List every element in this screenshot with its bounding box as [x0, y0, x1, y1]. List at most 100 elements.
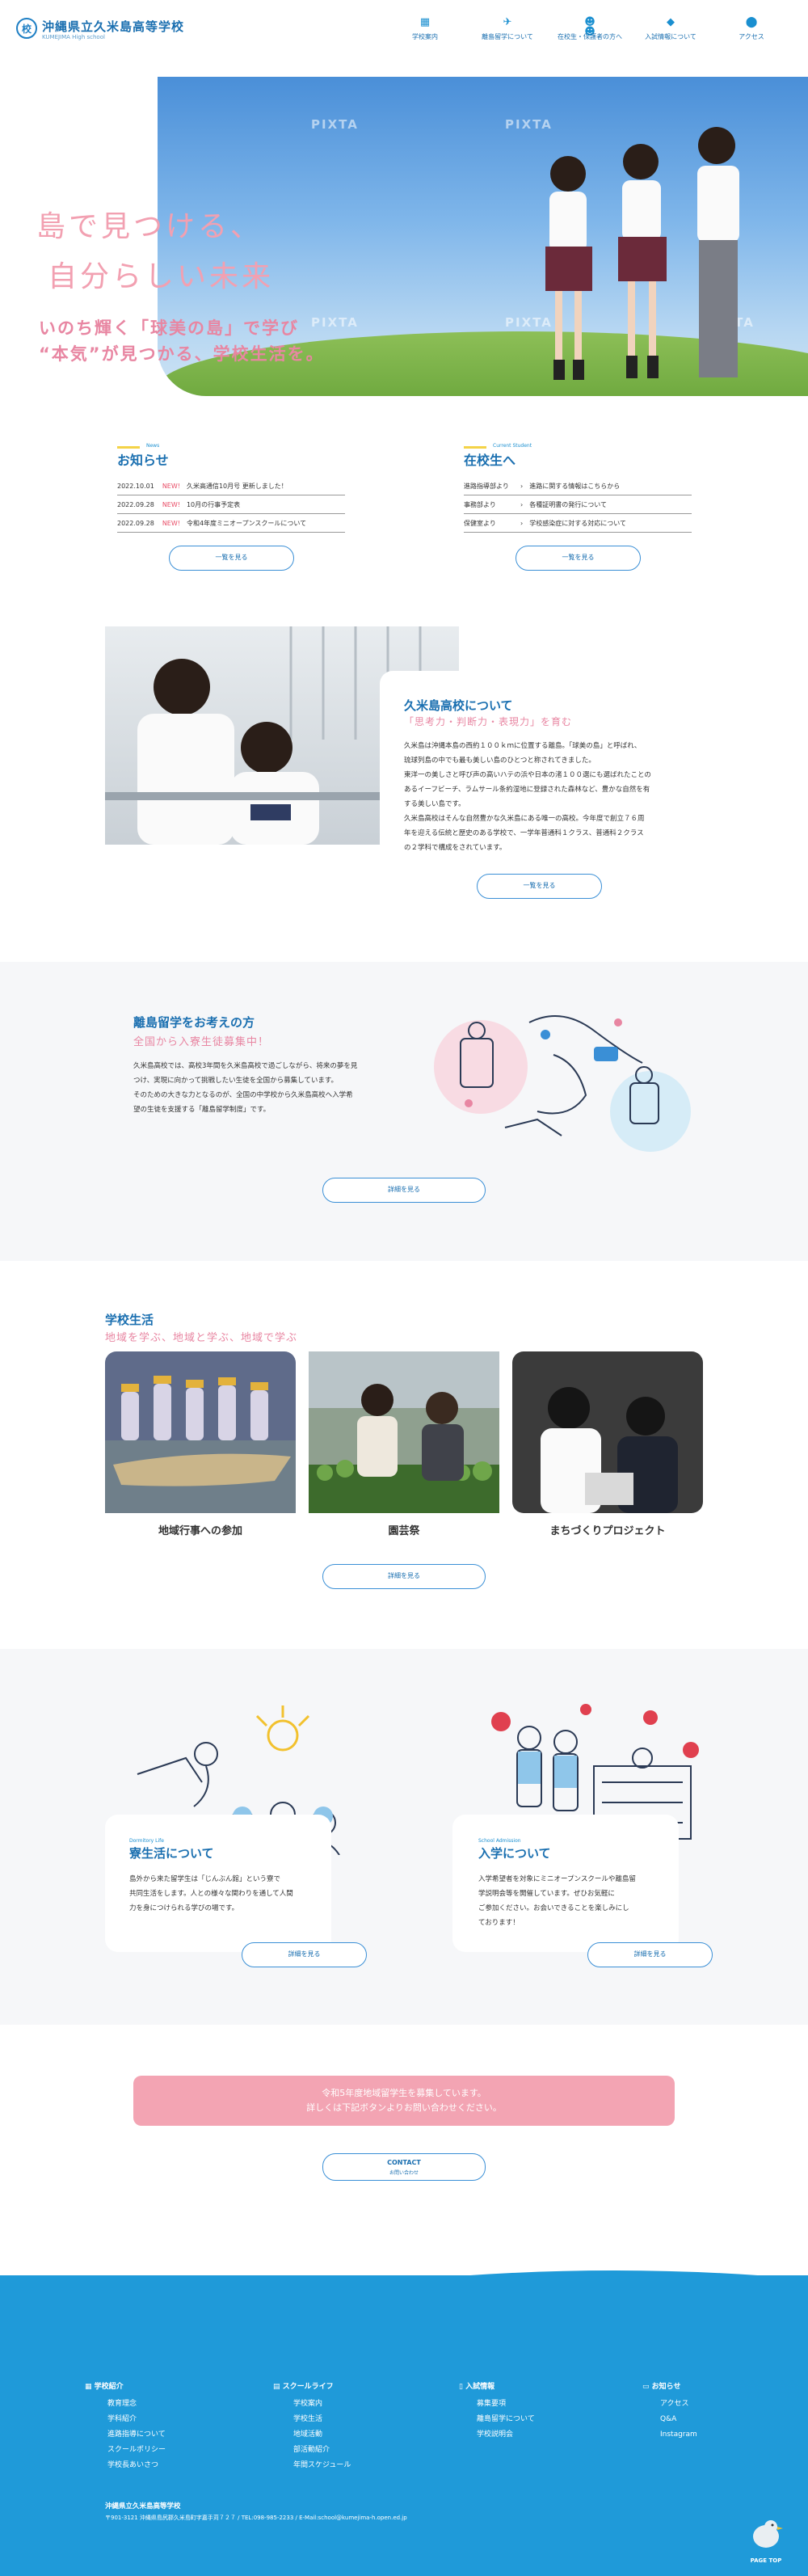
news-item[interactable]: 2022.09.28 NEW! 10月の行事予定表	[117, 495, 345, 514]
school-name-en: KUMEJIMA High school	[42, 34, 105, 40]
news-date: 2022.09.28	[117, 519, 154, 527]
school-life-photo-festival[interactable]	[105, 1351, 296, 1513]
school-life-caption: 園芸祭	[388, 1525, 420, 1537]
arrow-icon: ›	[520, 519, 524, 527]
section-label-en: Current Student	[493, 443, 532, 449]
news-item[interactable]: 2022.09.28 NEW! 令和4年度ミニオープンスクールについて	[117, 514, 345, 533]
school-life-photo-gardening[interactable]	[309, 1351, 499, 1513]
nav-label: 学校案内	[412, 33, 438, 40]
lead-line: “本気”が見つかる、学校生活を。	[39, 344, 325, 364]
footer-link[interactable]: 進路指導について	[107, 2427, 166, 2443]
footer-link[interactable]: 学校案内	[293, 2397, 351, 2412]
footer-link[interactable]: 学科紹介	[107, 2412, 166, 2427]
nav-label: 離島留学について	[482, 33, 533, 40]
book-icon: ▤	[273, 2383, 283, 2391]
footer-link[interactable]: 年間スケジュール	[293, 2458, 351, 2473]
footer-links: アクセス Q&A Instagram	[660, 2397, 697, 2443]
ritou-illustration	[434, 1015, 691, 1152]
about-line: 東洋一の美しさと呼び声の高いハテの浜や日本の渚１００選にも選ばれたことの	[404, 771, 651, 779]
students-item[interactable]: 事務部より › 各種証明書の発行について	[464, 495, 692, 514]
admission-title: 入学について	[478, 1846, 551, 1861]
ritou-detail-button[interactable]: 詳細を見る	[322, 1178, 486, 1203]
footer-col-head: お知らせ	[651, 2383, 681, 2391]
dorm-line: 共同生活をします。人との様々な関わりを通して人間	[129, 1890, 293, 1898]
footer-school-name: 沖縄県立久米島高等学校	[105, 2502, 181, 2511]
footer-link[interactable]: Q&A	[660, 2412, 697, 2427]
contact-button[interactable]: CONTACT お問い合わせ	[322, 2153, 486, 2181]
students-list-button[interactable]: 一覧を見る	[516, 546, 641, 571]
footer-link[interactable]: 学校生活	[293, 2412, 351, 2427]
footer-link[interactable]: 部活動紹介	[293, 2443, 351, 2458]
school-icon: ▦	[419, 16, 431, 28]
about-line: する美しい島です。	[404, 800, 465, 808]
school-life-photo-town-project[interactable]	[512, 1351, 703, 1513]
students-item[interactable]: 進路指導部より › 進路に関する情報はこちらから	[464, 477, 692, 495]
new-badge: NEW!	[162, 500, 180, 508]
nav-item-school-guide[interactable]: ▦ 学校案内	[393, 16, 457, 41]
students-item-dept: 事務部より	[464, 500, 496, 508]
footer-link[interactable]: アクセス	[660, 2397, 697, 2412]
admission-text: 入学希望者を対象にミニオープンスクールや離島留 学説明会等を開催しています。ぜひ…	[478, 1872, 688, 1930]
footer-col-school[interactable]: ▦ 学校紹介	[85, 2380, 124, 2391]
school-life-subtitle: 地域を学ぶ、地域と学ぶ、地域で学ぶ	[105, 1332, 298, 1344]
ritou-line: そのための大きな力となるのが、全国の中学校から久米島高校へ入学希	[133, 1091, 353, 1099]
admission-label-en: School Admission	[478, 1838, 521, 1844]
news-title: News お知らせ	[117, 443, 169, 469]
map-pin-icon: ⬤	[745, 16, 758, 28]
footer-link[interactable]: Instagram	[660, 2427, 697, 2443]
news-text: 令和4年度ミニオープンスクールについて	[186, 519, 307, 527]
school-life-title: 学校生活	[105, 1313, 154, 1327]
dorm-title: 寮生活について	[129, 1846, 214, 1861]
footer-links: 学校案内 学校生活 地域活動 部活動紹介 年間スケジュール	[293, 2397, 351, 2473]
footer-link[interactable]: 教育理念	[107, 2397, 166, 2412]
hero-lead: いのち輝く「球美の島」で学び “本気”が見つかる、学校生活を。	[39, 315, 325, 367]
school-name[interactable]: 沖縄県立久米島高等学校	[42, 18, 184, 35]
footer-link[interactable]: 学校長あいさつ	[107, 2458, 166, 2473]
footer-link[interactable]: 学校説明会	[477, 2427, 535, 2443]
ritou-line: つけ、実現に向かって挑戦したい生徒を全国から募集しています。	[133, 1077, 339, 1085]
footer-link[interactable]: スクールポリシー	[107, 2443, 166, 2458]
graduation-cap-icon: ◆	[667, 16, 675, 28]
nav-label: 在校生・保護者の方へ	[558, 33, 622, 40]
footer-col-school-life[interactable]: ▤ スクールライフ	[273, 2380, 334, 2391]
page-top-button[interactable]: PAGE TOP	[742, 2514, 790, 2564]
nav-item-access[interactable]: ⬤ アクセス	[719, 16, 784, 41]
dorm-text: 島外から来た留学生は「じんぶん館」という寮で 共同生活をします。人との様々な関わ…	[129, 1872, 339, 1916]
school-emblem-icon[interactable]: 校	[16, 18, 37, 39]
watermark: PIXTA	[311, 117, 359, 132]
nav-item-ritou[interactable]: ✈ 離島留学について	[475, 17, 540, 41]
footer-col-news[interactable]: ▭ お知らせ	[642, 2380, 680, 2391]
about-line: 久米島は沖縄本島の西約１００ｋｍに位置する離島。「球美の島」と呼ばれ、	[404, 742, 642, 750]
ritou-text: 久米島高校では、高校3年間を久米島高校で過ごしながら、将来の夢を見 つけ、実現に…	[133, 1059, 400, 1117]
bird-icon	[753, 2520, 783, 2548]
about-line: 久米島高校はそんな自然豊かな久米島にある唯一の高校。今年度で創立７６周	[404, 815, 645, 823]
arrow-icon: ›	[520, 482, 524, 490]
footer-link[interactable]: 離島留学について	[477, 2412, 535, 2427]
nav-label: アクセス	[739, 33, 764, 40]
footer-col-admission[interactable]: ▯ 入試情報	[459, 2380, 494, 2391]
footer-link[interactable]: 地域活動	[293, 2427, 351, 2443]
footer-col-head: 入試情報	[465, 2383, 495, 2391]
students-list: 進路指導部より › 進路に関する情報はこちらから 事務部より › 各種証明書の発行につい…	[464, 477, 692, 533]
title-accent	[117, 446, 140, 449]
contact-sub: お問い合わせ	[389, 2170, 419, 2176]
news-list-button[interactable]: 一覧を見る	[169, 546, 294, 571]
footer-address: 〒901-3121 沖縄県島尻郡久米島町字嘉手苅７２７ / TEL:098-98…	[105, 2515, 407, 2521]
dorm-detail-button[interactable]: 詳細を見る	[242, 1942, 367, 1967]
news-item[interactable]: 2022.10.01 NEW! 久米高通信10月号 更新しました！	[117, 477, 345, 495]
footer-col-head: スクールライフ	[282, 2383, 334, 2391]
arrow-icon: ›	[520, 500, 524, 508]
students-illustration	[545, 127, 739, 380]
about-more-button[interactable]: 一覧を見る	[477, 874, 602, 899]
admission-line: 学説明会等を開催しています。ぜひお気軽に	[478, 1890, 615, 1898]
admission-detail-button[interactable]: 詳細を見る	[587, 1942, 713, 1967]
students-item[interactable]: 保健室より › 学校感染症に対する対応について	[464, 514, 692, 533]
students-item-text: 学校感染症に対する対応について	[529, 519, 626, 527]
ritou-subtitle: 全国から入寮生徒募集中！	[133, 1036, 270, 1048]
footer-link[interactable]: 募集要項	[477, 2397, 535, 2412]
folder-icon: ▭	[642, 2383, 652, 2391]
admission-line: 入学希望者を対象にミニオープンスクールや離島留	[478, 1875, 636, 1883]
school-life-detail-button[interactable]: 詳細を見る	[322, 1564, 486, 1589]
nav-item-students[interactable]: ☻☻ 在校生・保護者の方へ	[558, 17, 622, 41]
nav-item-admission[interactable]: ◆ 入試情報について	[638, 16, 703, 41]
